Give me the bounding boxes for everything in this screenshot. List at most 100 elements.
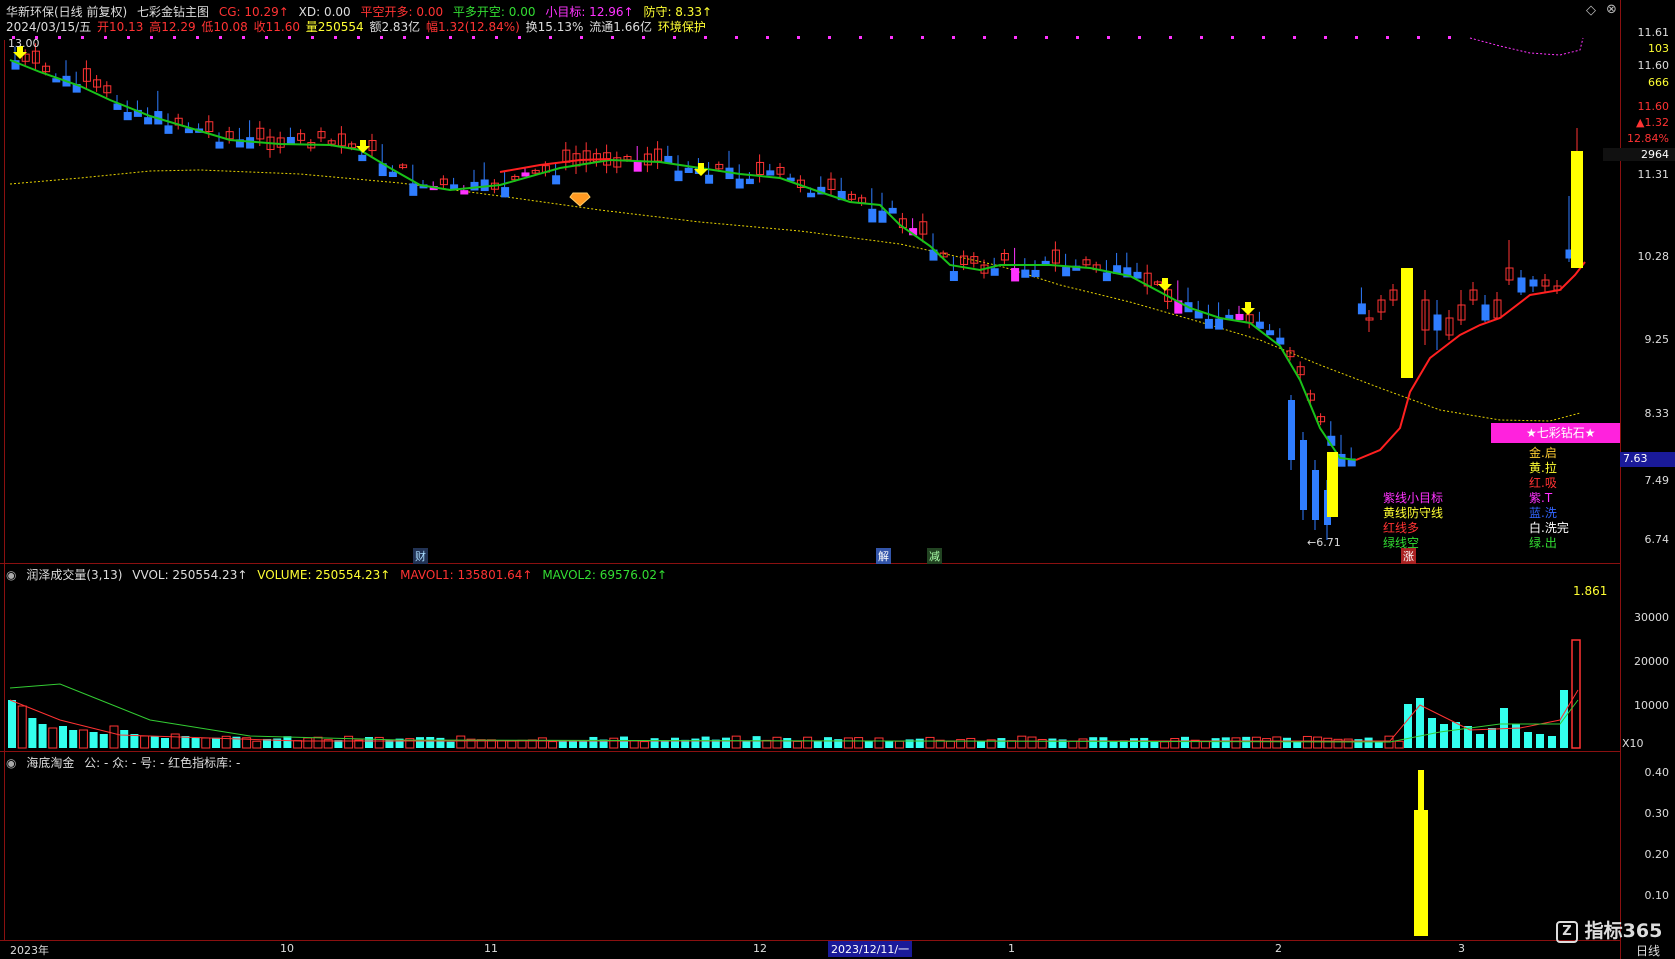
volume-bar bbox=[1272, 736, 1282, 749]
volume-bar bbox=[639, 741, 649, 749]
magenta-dot bbox=[426, 36, 429, 39]
candle bbox=[1421, 290, 1430, 345]
magenta-dot bbox=[357, 36, 360, 39]
candle bbox=[1389, 284, 1398, 306]
volume-bar bbox=[1150, 740, 1159, 748]
candle bbox=[776, 162, 785, 179]
magenta-dot bbox=[1107, 36, 1110, 39]
period-label[interactable]: 日线 bbox=[1636, 942, 1660, 959]
volume-bar bbox=[1416, 698, 1424, 748]
legend-left: 紫线小目标 黄线防守线 红线多 绿线空 bbox=[1383, 491, 1443, 551]
candle bbox=[664, 145, 673, 164]
time-axis-label: 2 bbox=[1275, 942, 1282, 955]
candle bbox=[1347, 447, 1356, 467]
candle bbox=[1529, 276, 1538, 292]
volume-bar bbox=[650, 738, 659, 748]
volume-bar bbox=[1404, 704, 1412, 748]
jie-badge[interactable]: 解 bbox=[876, 548, 891, 564]
magenta-dot bbox=[549, 36, 552, 39]
candle bbox=[337, 126, 346, 154]
volume-bar bbox=[579, 741, 588, 748]
volume-bar bbox=[701, 736, 710, 748]
magenta-dot bbox=[704, 36, 707, 39]
candle bbox=[1377, 295, 1386, 320]
volume-bar bbox=[1536, 734, 1544, 748]
volume-bar bbox=[426, 736, 435, 748]
magenta-dot bbox=[859, 36, 862, 39]
volume-bar bbox=[843, 737, 853, 749]
cai-badge[interactable]: 财 bbox=[413, 548, 428, 564]
time-axis-label: 10 bbox=[280, 942, 294, 955]
jian-badge[interactable]: 减 bbox=[927, 548, 942, 564]
volume-bar bbox=[956, 739, 966, 749]
price-axis-label: 11.31 bbox=[1637, 168, 1670, 181]
candle bbox=[439, 175, 448, 189]
magenta-dot bbox=[1169, 36, 1172, 39]
time-axis-label: 1 bbox=[1008, 942, 1015, 955]
volume-bar bbox=[263, 738, 271, 748]
volume-bar bbox=[589, 736, 598, 748]
volume-bar bbox=[620, 736, 628, 748]
candle bbox=[164, 113, 173, 134]
volume-bar bbox=[813, 741, 822, 748]
candle bbox=[1365, 310, 1374, 332]
volume-bar bbox=[1283, 737, 1291, 748]
candle bbox=[1288, 395, 1295, 470]
volume-bar bbox=[1293, 741, 1302, 748]
indicator-title[interactable]: 海底淘金 bbox=[26, 756, 74, 770]
volume-bar bbox=[1181, 736, 1189, 748]
candle bbox=[888, 200, 897, 214]
volume-bar bbox=[446, 741, 455, 748]
magenta-dot bbox=[150, 36, 153, 39]
legend-purple-t: 紫.T bbox=[1529, 491, 1553, 505]
legend-purple: 紫线小目标 bbox=[1383, 491, 1444, 505]
volume-axis-label: 20000 bbox=[1634, 655, 1669, 668]
volume-bar bbox=[110, 726, 118, 748]
volume-bar bbox=[221, 735, 231, 749]
indicator-settings-icon[interactable]: ◉ bbox=[6, 756, 16, 770]
volume-bar bbox=[150, 736, 159, 748]
magenta-dot bbox=[449, 36, 452, 39]
magenta-dot bbox=[580, 36, 583, 39]
volume-bar bbox=[385, 739, 394, 748]
current-price-tag: 7.63 bbox=[1620, 452, 1675, 467]
candle bbox=[1113, 252, 1122, 274]
candle bbox=[1300, 432, 1307, 520]
candle bbox=[1433, 300, 1442, 350]
magenta-dot bbox=[127, 36, 130, 39]
green-short-line bbox=[9, 59, 1357, 461]
volume-bar bbox=[752, 736, 761, 748]
volume-bar bbox=[79, 730, 87, 748]
candle bbox=[1092, 261, 1101, 273]
legend-red: 红线多 bbox=[1383, 521, 1420, 535]
main-chart[interactable] bbox=[0, 0, 1620, 563]
candle bbox=[786, 173, 795, 182]
candle bbox=[1517, 270, 1526, 295]
volume-bar bbox=[874, 737, 884, 749]
down-arrow-icon bbox=[1158, 278, 1172, 291]
volume-bar bbox=[252, 740, 262, 749]
candle bbox=[735, 164, 744, 189]
candle bbox=[1481, 295, 1490, 322]
candle bbox=[898, 212, 907, 234]
volume-bar bbox=[181, 736, 190, 748]
volume-bar bbox=[1190, 739, 1200, 749]
volume-bar bbox=[517, 739, 527, 749]
candle bbox=[1469, 282, 1478, 305]
candle bbox=[368, 133, 377, 158]
volume-bar bbox=[629, 740, 639, 749]
volume-title[interactable]: 润泽成交量(3,13) bbox=[26, 568, 122, 582]
volume-bar bbox=[120, 730, 129, 748]
volume-bar bbox=[38, 724, 47, 748]
volume-bar bbox=[1017, 735, 1027, 749]
magenta-dot bbox=[921, 36, 924, 39]
volume-bar bbox=[201, 737, 211, 749]
volume-settings-icon[interactable]: ◉ bbox=[6, 568, 16, 582]
volume-bar bbox=[1394, 740, 1404, 749]
volume-bar bbox=[1512, 724, 1520, 748]
volume-bar bbox=[69, 730, 78, 748]
legend-red-absorb: 红.吸 bbox=[1529, 476, 1557, 490]
candle bbox=[582, 142, 591, 173]
volume-bar bbox=[1027, 736, 1037, 749]
time-axis-top-border bbox=[0, 940, 1620, 941]
